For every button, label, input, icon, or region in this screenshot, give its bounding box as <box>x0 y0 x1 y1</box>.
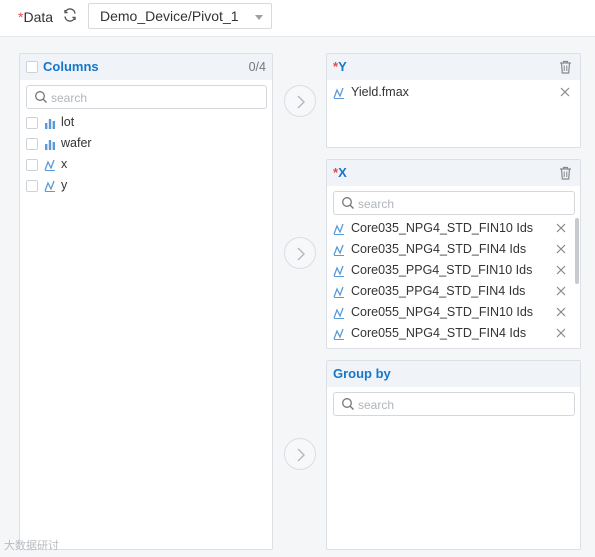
field-name: Core035_PPG4_STD_FIN4 Ids <box>351 284 526 298</box>
column-checkbox[interactable] <box>26 159 38 171</box>
y-panel: *Y Yield.fmax <box>326 53 581 148</box>
column-item-wafer[interactable]: wafer <box>26 135 266 153</box>
x-field-item[interactable]: Core035_NPG4_STD_FIN10 Ids <box>333 220 570 238</box>
toolbar: *Data Demo_Device/Pivot_1 <box>0 0 595 36</box>
y-field-item[interactable]: Yield.fmax <box>333 84 574 102</box>
chevron-right-icon <box>297 247 305 261</box>
y-panel-title: *Y <box>333 59 347 74</box>
groupby-search-input[interactable] <box>358 396 550 413</box>
x-field-item[interactable]: Core055_NPG4_STD_FIN10 Ids <box>333 304 570 322</box>
measure-icon <box>44 159 55 171</box>
close-icon[interactable] <box>556 307 566 317</box>
column-item-y[interactable]: y <box>26 177 266 195</box>
x-search-input[interactable] <box>358 195 550 212</box>
close-icon[interactable] <box>556 223 566 233</box>
column-checkbox[interactable] <box>26 180 38 192</box>
x-field-item[interactable]: Core055_NPG4_STD_FIN4 Ids <box>333 325 570 343</box>
columns-count: 0/4 <box>248 60 266 74</box>
measure-icon <box>333 328 344 340</box>
field-name: Core035_NPG4_STD_FIN4 Ids <box>351 242 527 256</box>
measure-icon <box>333 223 344 235</box>
chevron-right-icon <box>297 95 305 109</box>
field-name: Core055_NPG4_STD_FIN4 Ids <box>351 326 527 340</box>
refresh-icon[interactable] <box>62 7 78 23</box>
x-panel-scrollbar[interactable] <box>575 218 579 284</box>
field-name: Core035_PPG4_STD_FIN10 Ids <box>351 263 533 277</box>
search-icon <box>342 398 354 410</box>
column-checkbox[interactable] <box>26 138 38 150</box>
column-name: wafer <box>61 136 92 150</box>
field-name: Yield.fmax <box>351 85 409 99</box>
search-icon <box>342 197 354 209</box>
dataset-select-value: Demo_Device/Pivot_1 <box>100 8 239 24</box>
groupby-panel-header: Group by <box>327 361 580 387</box>
measure-icon <box>333 265 344 277</box>
close-icon[interactable] <box>560 87 570 97</box>
chevron-down-icon <box>255 15 263 20</box>
close-icon[interactable] <box>556 244 566 254</box>
x-panel-title-text: X <box>338 165 347 180</box>
columns-search[interactable] <box>26 85 267 109</box>
columns-panel-header: Columns 0/4 <box>20 54 272 80</box>
data-label: *Data <box>18 9 53 25</box>
trash-icon[interactable] <box>559 166 572 180</box>
groupby-panel-title: Group by <box>333 366 391 381</box>
close-icon[interactable] <box>556 265 566 275</box>
workarea: Columns 0/4 lot wafer x y <box>0 36 595 557</box>
columns-panel: Columns 0/4 lot wafer x y <box>19 53 273 550</box>
x-panel: *X Core035_NPG4_STD_FIN10 Ids Core035_NP… <box>326 159 581 349</box>
chevron-right-icon <box>297 448 305 462</box>
trash-icon[interactable] <box>559 60 572 74</box>
x-search[interactable] <box>333 191 575 215</box>
close-icon[interactable] <box>556 328 566 338</box>
column-item-lot[interactable]: lot <box>26 114 266 132</box>
x-panel-title: *X <box>333 165 347 180</box>
dataset-select[interactable]: Demo_Device/Pivot_1 <box>88 3 272 29</box>
search-icon <box>35 91 47 103</box>
measure-icon <box>333 87 344 99</box>
bar-chart-icon <box>45 140 55 150</box>
y-panel-header: *Y <box>327 54 580 80</box>
field-name: Core055_NPG4_STD_FIN10 Ids <box>351 305 534 319</box>
bar-chart-icon <box>45 119 55 129</box>
groupby-panel: Group by <box>326 360 581 550</box>
x-field-item[interactable]: Core035_NPG4_STD_FIN4 Ids <box>333 241 570 259</box>
y-panel-title-text: Y <box>338 59 347 74</box>
close-icon[interactable] <box>556 286 566 296</box>
watermark: 大数据研讨 <box>4 540 59 552</box>
x-panel-header: *X <box>327 160 580 186</box>
field-name: Core035_NPG4_STD_FIN10 Ids <box>351 221 534 235</box>
move-to-y-button[interactable] <box>284 85 316 117</box>
column-name: y <box>61 178 68 192</box>
measure-icon <box>333 286 344 298</box>
columns-panel-title: Columns <box>43 59 99 74</box>
x-field-item[interactable]: Core035_PPG4_STD_FIN4 Ids <box>333 283 570 301</box>
x-field-item[interactable]: Core035_PPG4_STD_FIN10 Ids <box>333 262 570 280</box>
measure-icon <box>333 244 344 256</box>
column-name: lot <box>61 115 75 129</box>
column-name: x <box>61 157 68 171</box>
data-label-text: Data <box>23 9 54 25</box>
select-all-checkbox[interactable] <box>26 61 38 73</box>
measure-icon <box>333 307 344 319</box>
groupby-search[interactable] <box>333 392 575 416</box>
column-checkbox[interactable] <box>26 117 38 129</box>
column-item-x[interactable]: x <box>26 156 266 174</box>
move-to-groupby-button[interactable] <box>284 438 316 470</box>
move-to-x-button[interactable] <box>284 237 316 269</box>
measure-icon <box>44 180 55 192</box>
columns-search-input[interactable] <box>51 89 243 106</box>
